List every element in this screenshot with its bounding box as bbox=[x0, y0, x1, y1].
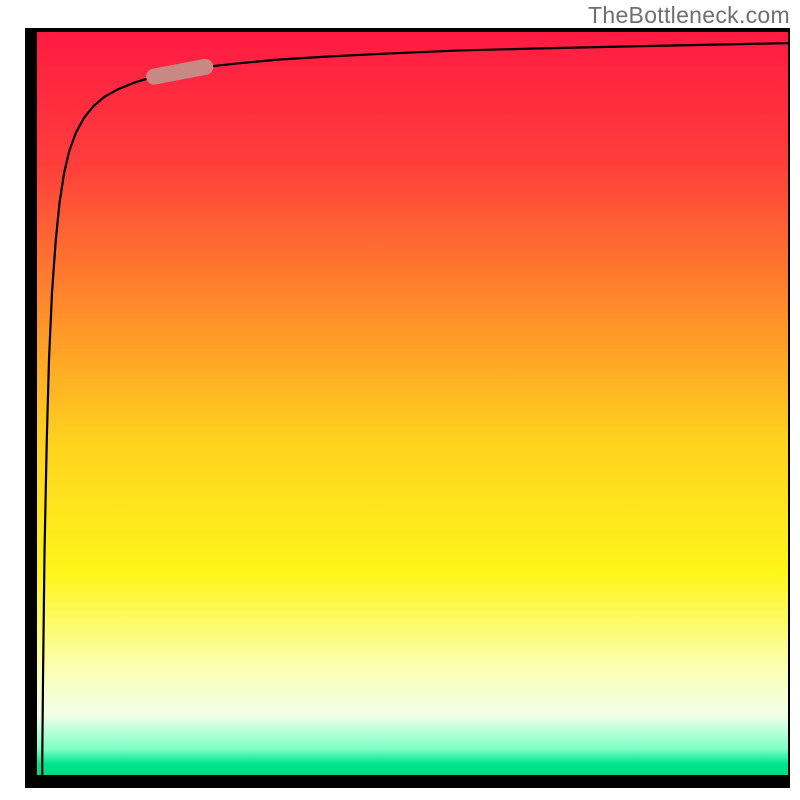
curve-highlight bbox=[154, 67, 205, 77]
watermark-text: TheBottleneck.com bbox=[588, 2, 790, 29]
plot-background bbox=[37, 32, 788, 775]
chart-svg bbox=[0, 0, 800, 800]
chart-container: TheBottleneck.com bbox=[0, 0, 800, 800]
